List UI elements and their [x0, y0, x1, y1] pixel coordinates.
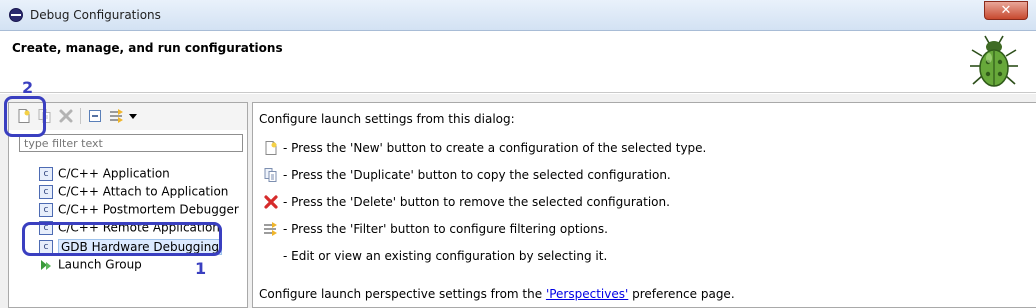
help-row-delete: - Press the 'Delete' button to remove th…: [263, 194, 670, 210]
c-launch-type-icon: c: [39, 202, 53, 217]
launch-group-icon: [41, 259, 51, 270]
c-launch-type-icon: c: [39, 220, 53, 235]
tree-item-label: C/C++ Remote Application: [58, 220, 220, 235]
perspectives-link[interactable]: 'Perspectives': [546, 287, 628, 301]
c-launch-type-icon: c: [39, 184, 53, 199]
eclipse-icon: [9, 8, 23, 22]
title-bar: Debug Configurations ✕: [0, 0, 1036, 31]
tree-item-label: C/C++ Application: [58, 166, 170, 181]
dialog-heading: Create, manage, and run configurations: [12, 41, 283, 55]
duplicate-icon: [264, 168, 277, 182]
help-row-text: - Edit or view an existing configuration…: [283, 249, 608, 263]
collapse-all-button[interactable]: [87, 108, 103, 124]
filter-configurations-button[interactable]: [109, 108, 125, 124]
help-row-text: - Press the 'Delete' button to remove th…: [283, 195, 670, 209]
footer-prefix: Configure launch perspective settings fr…: [259, 287, 546, 301]
c-launch-type-icon: c: [39, 239, 53, 254]
tree-item-label: C/C++ Attach to Application: [58, 184, 229, 199]
blank-icon: [263, 248, 279, 264]
annotation-number-2: 2: [22, 78, 34, 97]
window-title: Debug Configurations: [30, 8, 161, 22]
help-row-filter: - Press the 'Filter' button to configure…: [263, 221, 608, 237]
help-row-text: - Press the 'Duplicate' button to copy t…: [283, 168, 671, 182]
delete-configuration-button[interactable]: [58, 108, 74, 124]
dialog-body: c C/C++ Application c C/C++ Attach to Appl…: [0, 94, 1036, 308]
help-row-duplicate: - Press the 'Duplicate' button to copy t…: [263, 167, 671, 183]
tree-item-launch-group[interactable]: Launch Group: [39, 257, 142, 274]
bug-icon: [970, 35, 1018, 87]
c-launch-type-icon: c: [39, 166, 53, 181]
tree-item-gdb-hardware-debugging[interactable]: c GDB Hardware Debugging: [39, 238, 222, 256]
dialog-header: Create, manage, and run configurations: [0, 31, 1036, 93]
help-row-text: - Press the 'New' button to create a con…: [283, 141, 707, 155]
filter-icon: [264, 222, 277, 236]
annotation-number-1: 1: [195, 259, 207, 278]
perspectives-footer: Configure launch perspective settings fr…: [259, 287, 735, 301]
configuration-tree-pane: c C/C++ Application c C/C++ Attach to Appl…: [8, 102, 248, 308]
help-row-new: - Press the 'New' button to create a con…: [263, 140, 706, 156]
tree-item-label: C/C++ Postmortem Debugger: [58, 202, 239, 217]
duplicate-configuration-button[interactable]: [37, 108, 53, 124]
tree-item-cpp-attach[interactable]: c C/C++ Attach to Application: [39, 184, 228, 201]
delete-icon: [264, 195, 278, 209]
footer-suffix: preference page.: [628, 287, 735, 301]
new-icon: [265, 141, 277, 155]
launch-toolbar: [9, 103, 247, 130]
new-configuration-button[interactable]: [16, 108, 32, 124]
tree-item-label: Launch Group: [58, 257, 142, 272]
tree-item-cpp-remote[interactable]: c C/C++ Remote Application: [39, 220, 220, 237]
view-menu-chevron-down-icon[interactable]: [128, 108, 138, 124]
help-row-edit: - Edit or view an existing configuration…: [263, 248, 607, 264]
tree-item-cpp-postmortem[interactable]: c C/C++ Postmortem Debugger: [39, 202, 239, 219]
launch-help-pane: Configure launch settings from this dial…: [252, 102, 1036, 308]
filter-text-input[interactable]: [19, 134, 243, 152]
help-row-text: - Press the 'Filter' button to configure…: [283, 222, 608, 236]
tree-item-cpp-application[interactable]: c C/C++ Application: [39, 166, 170, 183]
close-button[interactable]: ✕: [984, 1, 1028, 20]
tree-item-label: GDB Hardware Debugging: [58, 238, 222, 255]
help-intro-text: Configure launch settings from this dial…: [259, 112, 515, 126]
toolbar-separator: [80, 108, 81, 124]
